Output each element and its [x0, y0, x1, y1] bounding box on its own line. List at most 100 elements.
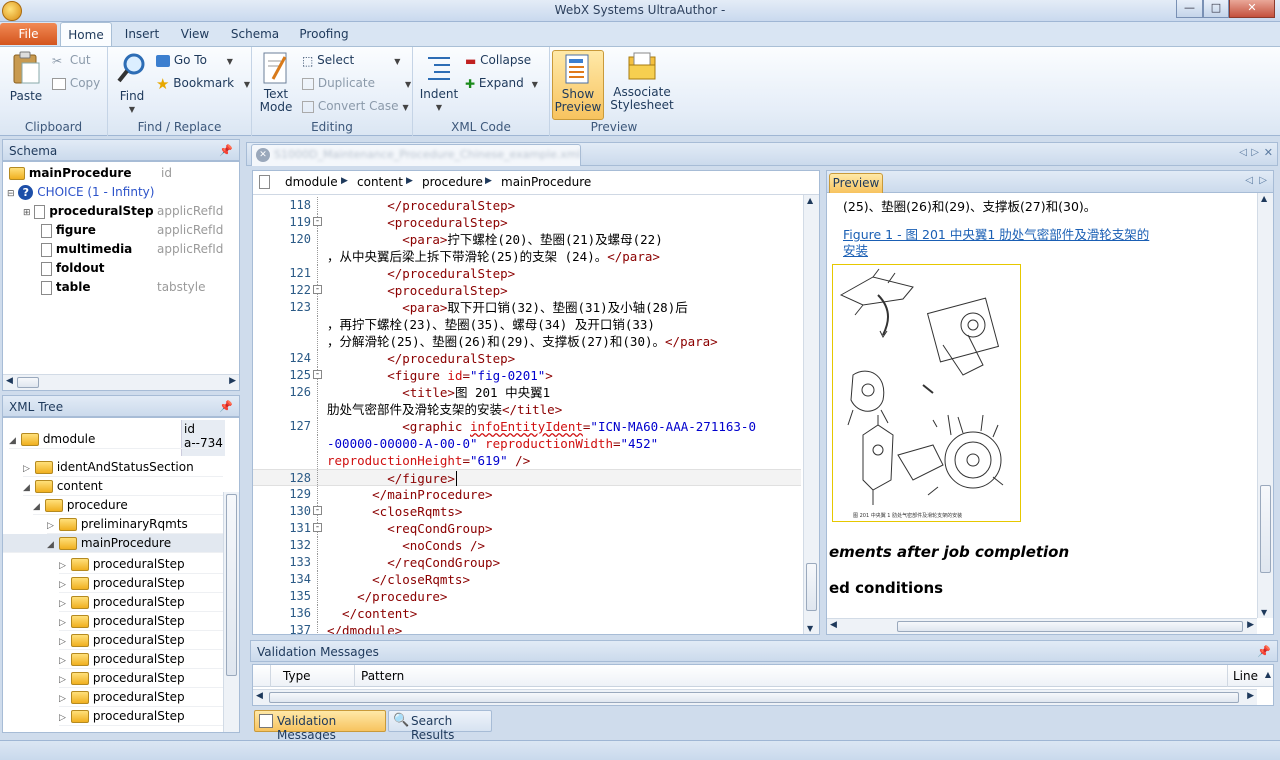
find-button[interactable]: Find ▼	[114, 51, 150, 116]
xml-tree-node[interactable]: ▷ proceduralStep	[59, 707, 223, 726]
xml-tree-node[interactable]: ▷ identAndStatusSection	[23, 458, 223, 477]
minimize-button[interactable]: —	[1176, 0, 1203, 18]
tab-home[interactable]: Home	[60, 22, 112, 46]
collapse-toggle-icon[interactable]: ◢	[9, 432, 21, 451]
expand-toggle-icon[interactable]: ▷	[59, 709, 71, 728]
scroll-up-icon[interactable]: ▲	[807, 196, 813, 205]
xml-tree-vertical-scrollbar[interactable]	[223, 492, 239, 732]
column-header-pattern[interactable]: Pattern	[361, 669, 404, 683]
close-tab-icon[interactable]: ✕	[256, 148, 270, 162]
tab-scroll-right-icon[interactable]: ▷	[1259, 175, 1267, 186]
pin-icon[interactable]: 📌	[219, 140, 233, 162]
copy-button[interactable]: Copy	[52, 74, 100, 92]
schema-row[interactable]: figure applicRefId	[41, 221, 233, 240]
code-line[interactable]: ，从中央翼后梁上拆下带滑轮(25)的支架 (24)。</para>	[253, 248, 801, 265]
schema-row[interactable]: multimedia applicRefId	[41, 240, 233, 259]
breadcrumb-item[interactable]: content	[357, 175, 403, 189]
code-area[interactable]: 118 </proceduralStep> 119- <proceduralSte…	[253, 197, 801, 634]
scrollbar-thumb[interactable]	[897, 621, 1243, 632]
column-header-line[interactable]: Line	[1233, 669, 1258, 683]
xml-tree-node[interactable]: ▷ proceduralStep	[59, 612, 223, 631]
scroll-up-icon[interactable]: ▲	[1265, 670, 1271, 679]
scroll-right-icon[interactable]: ▶	[1247, 620, 1254, 630]
document-tab[interactable]: ✕ S1000D_Maintenance_Procedure_Chinese_e…	[251, 144, 581, 166]
xml-tree-node[interactable]: ▷ proceduralStep	[59, 669, 223, 688]
code-line[interactable]: 132 <noConds />	[253, 537, 801, 554]
scrollbar-thumb[interactable]	[806, 563, 817, 611]
preview-tab[interactable]: Preview	[829, 173, 883, 193]
breadcrumb-item[interactable]: dmodule	[285, 175, 338, 189]
figure-link[interactable]: Figure 1 - 图 201 中央翼1 肋处气密部件及滑轮支架的	[843, 224, 1149, 243]
bookmark-button[interactable]: ★ Bookmark ▼	[156, 74, 250, 93]
code-line[interactable]: ，再拧下螺栓(23)、垫圈(35)、螺母(34) 及开口销(33)	[253, 316, 801, 333]
scroll-right-icon[interactable]: ▶	[229, 376, 236, 386]
fold-toggle-icon[interactable]: -	[313, 370, 322, 379]
xml-tree-node[interactable]: ◢ procedure	[33, 496, 223, 515]
code-line[interactable]: 133 </reqCondGroup>	[253, 554, 801, 571]
validation-messages-tab[interactable]: Validation Messages	[254, 710, 386, 742]
xml-tree-node[interactable]: ◢ dmodule	[9, 430, 223, 449]
goto-button[interactable]: Go To ▼	[156, 51, 233, 69]
show-preview-button[interactable]: Show Preview	[552, 50, 604, 120]
scroll-down-icon[interactable]: ▼	[1261, 608, 1267, 617]
scroll-left-icon[interactable]: ◀	[830, 620, 837, 630]
scroll-left-icon[interactable]: ◀	[256, 691, 263, 701]
cut-button[interactable]: ✂ Cut	[52, 51, 91, 69]
code-line[interactable]: ，分解滑轮(25)、垫圈(26)和(29)、支撑板(27)和(30)。</par…	[253, 333, 801, 350]
preview-horizontal-scrollbar[interactable]: ◀ ▶	[827, 618, 1257, 634]
fold-toggle-icon[interactable]: -	[313, 506, 322, 515]
validation-horizontal-scrollbar[interactable]: ◀ ▶	[253, 689, 1257, 705]
code-line[interactable]: 119- <proceduralStep>	[253, 214, 801, 231]
code-line[interactable]: 127 <graphic infoEntityIdent="ICN-MA60-A…	[253, 418, 801, 435]
close-button[interactable]: ✕	[1229, 0, 1275, 18]
text-mode-button[interactable]: Text Mode	[256, 51, 296, 114]
code-line[interactable]: 121 </proceduralStep>	[253, 265, 801, 282]
tab-file[interactable]: File	[0, 23, 57, 45]
scrollbar-thumb[interactable]	[1260, 485, 1271, 573]
expand-toggle-icon[interactable]: ⊞	[23, 208, 31, 218]
code-line[interactable]: 135 </procedure>	[253, 588, 801, 605]
fold-toggle-icon[interactable]: -	[313, 217, 322, 226]
pin-icon[interactable]: 📌	[219, 396, 233, 418]
breadcrumb-item[interactable]: procedure	[422, 175, 483, 189]
code-line[interactable]: 123 <para>取下开口销(32)、垫圈(31)及小轴(28)后	[253, 299, 801, 316]
code-line[interactable]: 130- <closeRqmts>	[253, 503, 801, 520]
tab-insert[interactable]: Insert	[118, 22, 166, 46]
xml-tree-node[interactable]: ▷ proceduralStep	[59, 631, 223, 650]
code-line[interactable]: 122- <proceduralStep>	[253, 282, 801, 299]
search-results-tab[interactable]: 🔍 Search Results	[388, 710, 492, 742]
scroll-up-icon[interactable]: ▲	[1261, 194, 1267, 203]
duplicate-button[interactable]: Duplicate ▼	[302, 74, 411, 92]
code-line[interactable]: 128 </figure>	[253, 469, 801, 487]
code-line[interactable]: 137 </dmodule>	[253, 622, 801, 634]
xml-tree-node[interactable]: ▷ preliminaryRqmts	[47, 515, 223, 534]
code-line[interactable]: 118 </proceduralStep>	[253, 197, 801, 214]
schema-row[interactable]: foldout	[41, 259, 233, 278]
scrollbar-thumb[interactable]	[17, 377, 39, 388]
fold-toggle-icon[interactable]: -	[313, 523, 322, 532]
convert-case-button[interactable]: Convert Case ▼	[302, 97, 409, 115]
indent-button[interactable]: Indent ▼	[419, 51, 459, 114]
preview-vertical-scrollbar[interactable]: ▲ ▼	[1257, 193, 1273, 618]
select-button[interactable]: ⬚ Select ▼	[302, 51, 400, 69]
scroll-right-icon[interactable]: ▶	[1247, 691, 1254, 701]
schema-row[interactable]: ⊞ proceduralStep applicRefId	[23, 202, 233, 221]
scrollbar-thumb[interactable]	[269, 692, 1239, 703]
xml-tree-node[interactable]: ▷ proceduralStep	[59, 574, 223, 593]
fold-toggle-icon[interactable]: -	[313, 285, 322, 294]
collapse-toggle-icon[interactable]: ◢	[47, 536, 59, 555]
scrollbar-thumb[interactable]	[226, 494, 237, 676]
xml-tree-node[interactable]: ◢ mainProcedure	[3, 534, 223, 553]
column-header-type[interactable]: Type	[283, 669, 311, 683]
schema-row[interactable]: table tabstyle	[41, 278, 233, 297]
code-line[interactable]: 136 </content>	[253, 605, 801, 622]
code-line[interactable]: 125- <figure id="fig-0201">	[253, 367, 801, 384]
paste-button[interactable]: Paste	[4, 51, 48, 103]
collapse-button[interactable]: ▬ Collapse	[465, 51, 531, 69]
code-line[interactable]: 126 <title>图 201 中央翼1	[253, 384, 801, 401]
maximize-button[interactable]: □	[1203, 0, 1229, 18]
code-line[interactable]: -00000-00000-A-00-0" reproductionWidth="…	[253, 435, 801, 452]
xml-tree-node[interactable]: ▷ proceduralStep	[59, 688, 223, 707]
scroll-left-icon[interactable]: ◀	[6, 376, 13, 386]
schema-choice-row[interactable]: ⊟ ? CHOICE (1 - Infinty)	[7, 183, 232, 202]
